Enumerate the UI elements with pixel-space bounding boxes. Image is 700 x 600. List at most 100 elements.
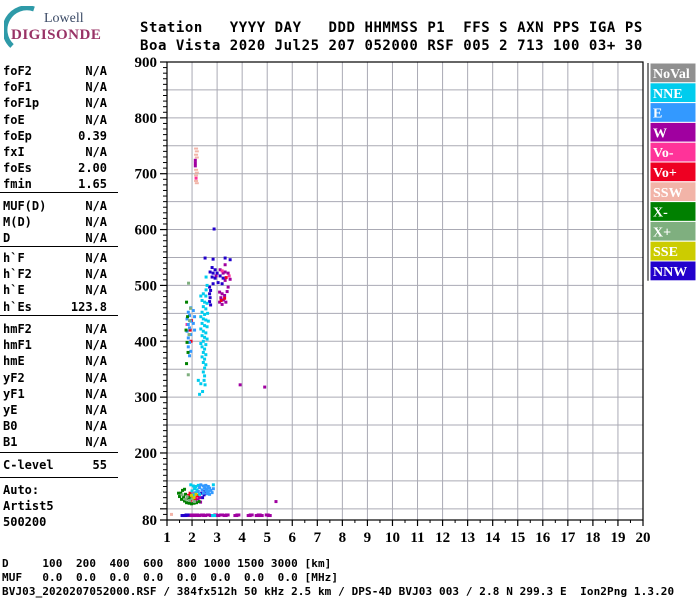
ionogram-echo-nnw — [208, 292, 212, 296]
ionogram-echo-x+ — [187, 333, 191, 337]
ionogram-echo-w — [193, 158, 197, 162]
ionogram-echo-nne — [203, 347, 207, 351]
legend-label-sse: SSE — [653, 245, 678, 260]
ionogram-echo-ssw — [194, 156, 199, 159]
ionogram-echo-x- — [185, 340, 189, 344]
ionogram-echo-sse — [192, 496, 196, 500]
ionogram-echo-nne — [203, 383, 207, 387]
ionogram-echo-e — [186, 310, 190, 314]
x-tick-label: 4 — [238, 530, 246, 546]
ionogram-echo-ssw — [194, 168, 199, 171]
ionogram-echo-nnw — [210, 275, 214, 279]
ionogram-echo-ssw — [194, 153, 199, 156]
ionogram-echo-nne — [202, 378, 206, 382]
x-tick-label: 18 — [585, 530, 600, 546]
ionogram-echo-nnw — [210, 266, 214, 270]
ionogram-echo-nnw — [211, 257, 215, 261]
ionogram-echo-nne — [204, 275, 208, 279]
ionogram-echo-e — [191, 309, 195, 313]
x-tick-label: 5 — [263, 530, 271, 546]
x-tick-label: 3 — [213, 530, 221, 546]
ionogram-echo-nne — [204, 353, 208, 357]
ionogram-echo-ssw — [194, 174, 199, 177]
ionogram-echo-nne — [204, 363, 208, 367]
ionogram-echo-nne — [196, 378, 200, 382]
ionogram-echo-nne — [205, 301, 209, 305]
ionogram-echo-nnw — [208, 296, 212, 300]
ionogram-echo-e — [193, 315, 197, 319]
x-tick-label: 20 — [636, 530, 651, 546]
ionogram-echo-nnw — [228, 258, 232, 262]
d-distance-row: D 100 200 400 600 800 1000 1500 3000 [km… — [2, 557, 332, 570]
legend-label-nnw: NNW — [653, 265, 687, 280]
x-tick-label: 14 — [485, 530, 501, 546]
x-tick-label: 7 — [314, 530, 322, 546]
file-info-row: BVJ03_2020207052000.RSF / 384fx512h 50 k… — [2, 585, 675, 598]
legend-label-x+: X+ — [653, 225, 671, 240]
ionogram-echo-x+ — [188, 319, 192, 323]
ionogram-echo-x+ — [180, 493, 184, 497]
ionogram-echo-e — [191, 321, 195, 325]
ionogram-echo-nne — [190, 489, 194, 493]
ionogram-echo-x- — [184, 328, 188, 332]
ionogram-echo-w — [193, 164, 197, 168]
ionogram-echo-nne — [203, 366, 207, 370]
ionogram-echo-x+ — [193, 500, 197, 504]
muf-row: MUF 0.0 0.0 0.0 0.0 0.0 0.0 0.0 0.0 [MHz… — [2, 571, 339, 584]
y-tick-label: 300 — [135, 390, 158, 406]
ionogram-echo-e — [188, 354, 192, 358]
ionogram-echo-nnw — [203, 256, 207, 260]
ionogram-echo-nne — [203, 357, 207, 361]
ionogram-echo-nne — [203, 312, 207, 316]
y-tick-label: 600 — [135, 223, 158, 239]
legend-label-vo+: Vo+ — [653, 166, 677, 181]
ionogram-echo-e — [196, 490, 200, 494]
ionogram-echo-nnw — [184, 513, 190, 517]
ionogram-chart: 1 2 3 4 5 6 7 8 9 10 11 12 13 14 15 16 17 18 19 20900800700… — [135, 55, 697, 546]
ionogram-echo-nne — [205, 325, 209, 329]
ionogram-echo-nne — [211, 483, 215, 487]
y-tick-label: 80 — [142, 513, 157, 529]
ionogram-echo-e — [193, 328, 197, 332]
ionogram-echo-nne — [204, 331, 208, 335]
ionogram-echo-e — [201, 491, 205, 495]
x-tick-label: 15 — [510, 530, 525, 546]
ionogram-echo-vo- — [194, 176, 198, 180]
x-tick-label: 13 — [460, 530, 475, 546]
ionogram-echo-w — [228, 277, 232, 281]
plot-border — [166, 61, 644, 521]
ionogram-echo-x+ — [189, 306, 193, 310]
ionogram-echo-w — [235, 513, 241, 517]
ionogram-echo-nne — [204, 343, 208, 347]
ionogram-echo-nnw — [212, 227, 216, 231]
ionogram-echo-nnw — [209, 288, 213, 292]
legend-label-w: W — [653, 126, 667, 141]
ionogram-echo-e — [198, 486, 202, 490]
ionogram-echo-nne — [205, 337, 209, 341]
ionogram-echo-x- — [177, 491, 181, 495]
x-tick-label: 17 — [560, 530, 576, 546]
ionogram-echo-w — [225, 290, 229, 294]
y-tick-label: 800 — [135, 111, 158, 127]
ionogram-echo-nne — [201, 390, 205, 394]
x-tick-label: 16 — [535, 530, 551, 546]
ionogram-viewer: { "logo": { "top_text": "Lowell", "botto… — [0, 0, 700, 600]
y-tick-label: 900 — [135, 55, 158, 71]
ionogram-echo-e — [188, 326, 192, 330]
ionogram-echo-nne — [204, 294, 208, 298]
ionogram-echo-nnw — [209, 303, 213, 307]
ionogram-echo-w — [274, 500, 278, 504]
ionogram-echo-nnw — [201, 496, 205, 500]
x-tick-label: 12 — [435, 530, 450, 546]
ionogram-echo-x+ — [187, 281, 191, 285]
ionogram-echo-nne — [206, 319, 210, 323]
ionogram-echo-sse — [194, 492, 198, 496]
ionogram-echo-nne — [199, 382, 203, 386]
ionogram-echo-w — [263, 385, 267, 389]
ionogram-echo-nne — [198, 492, 202, 496]
ionogram-echo-nnw — [218, 274, 222, 278]
ionogram-echo-x+ — [185, 495, 189, 499]
ionogram-echo-w — [220, 302, 224, 306]
legend-label-nne: NNE — [653, 87, 683, 102]
y-tick-label: 700 — [135, 167, 158, 183]
